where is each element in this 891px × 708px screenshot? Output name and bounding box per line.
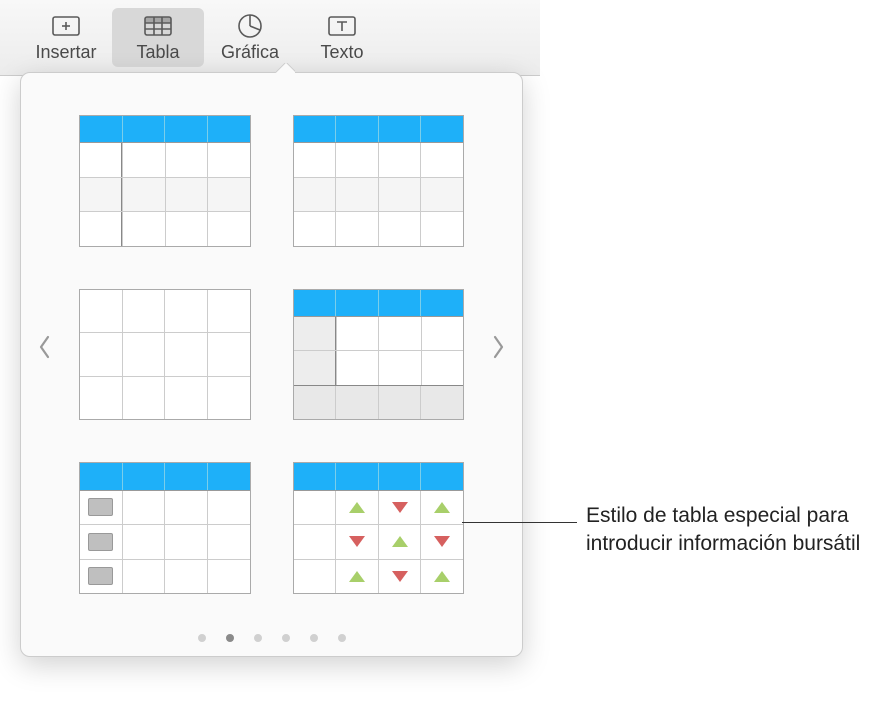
page-dot-2[interactable] xyxy=(226,634,234,642)
table-styles-grid xyxy=(61,73,482,620)
table-style-2[interactable] xyxy=(293,115,465,247)
page-dot-5[interactable] xyxy=(310,634,318,642)
page-dot-6[interactable] xyxy=(338,634,346,642)
page-dot-3[interactable] xyxy=(254,634,262,642)
table-style-stock[interactable] xyxy=(293,462,465,594)
table-style-5[interactable] xyxy=(79,462,251,594)
table-styles-popover xyxy=(20,72,523,657)
text-box-icon xyxy=(325,12,359,40)
chart-label: Gráfica xyxy=(221,42,279,63)
table-label: Tabla xyxy=(136,42,179,63)
page-dot-4[interactable] xyxy=(282,634,290,642)
prev-page-button[interactable] xyxy=(27,73,61,620)
text-label: Texto xyxy=(320,42,363,63)
chart-button[interactable]: Gráfica xyxy=(204,8,296,67)
table-icon xyxy=(141,12,175,40)
page-indicator xyxy=(21,620,522,656)
callout-text: Estilo de tabla especial para introducir… xyxy=(586,502,876,559)
next-page-button[interactable] xyxy=(482,73,516,620)
table-style-3[interactable] xyxy=(79,289,251,421)
text-button[interactable]: Texto xyxy=(296,8,388,67)
page-dot-1[interactable] xyxy=(198,634,206,642)
table-style-4[interactable] xyxy=(293,289,465,421)
toolbar: Insertar Tabla Gráfica xyxy=(0,0,540,76)
pie-chart-icon xyxy=(233,12,267,40)
insert-button[interactable]: Insertar xyxy=(20,8,112,67)
insert-icon xyxy=(49,12,83,40)
table-style-1[interactable] xyxy=(79,115,251,247)
table-button[interactable]: Tabla xyxy=(112,8,204,67)
popover-body xyxy=(21,73,522,620)
popover-arrow xyxy=(275,63,295,73)
callout-leader-line xyxy=(462,522,577,523)
insert-label: Insertar xyxy=(35,42,96,63)
